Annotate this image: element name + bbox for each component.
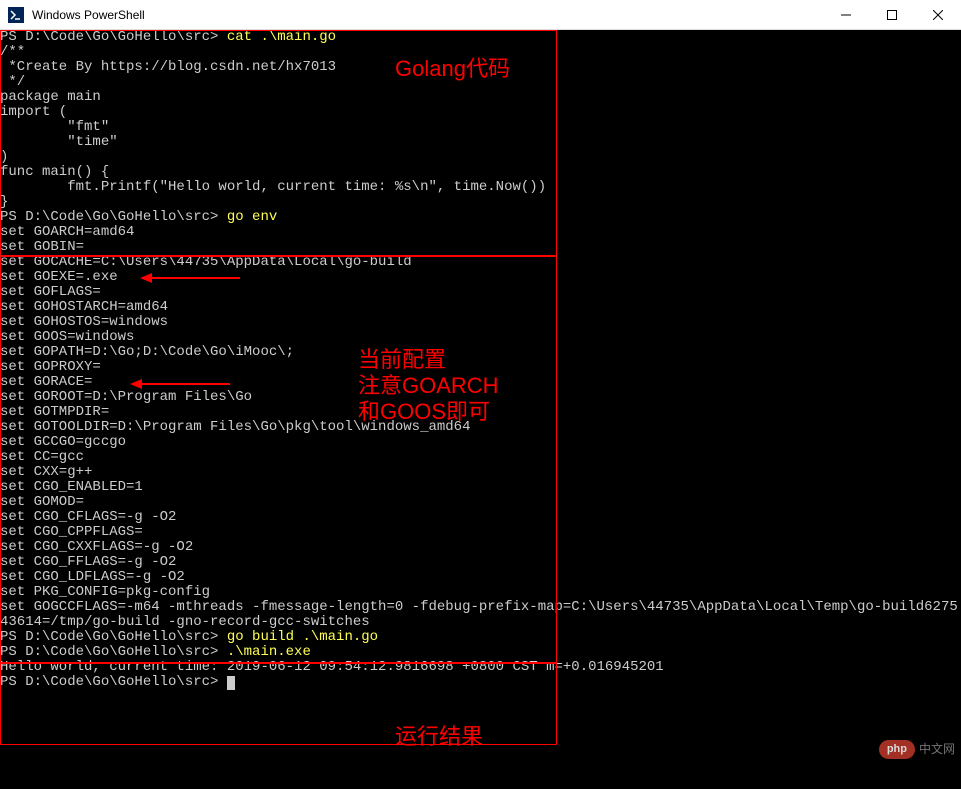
output-line: Hello world, current time: 2019-06-12 09… — [0, 660, 961, 675]
prompt-line: PS D:\Code\Go\GoHello\src> .\main.exe — [0, 645, 961, 660]
env-line: set GCCGO=gccgo — [0, 435, 961, 450]
code-line: func main() { — [0, 165, 961, 180]
env-line: set CGO_ENABLED=1 — [0, 480, 961, 495]
window-title: Windows PowerShell — [32, 8, 145, 22]
watermark-badge: php — [879, 740, 915, 759]
code-line: fmt.Printf("Hello world, current time: %… — [0, 180, 961, 195]
env-line: set GOHOSTARCH=amd64 — [0, 300, 961, 315]
terminal-area[interactable]: PS D:\Code\Go\GoHello\src> cat .\main.go… — [0, 30, 961, 789]
env-line: set CC=gcc — [0, 450, 961, 465]
code-line: } — [0, 195, 961, 210]
env-line: set GOFLAGS= — [0, 285, 961, 300]
env-line: set GOEXE=.exe — [0, 270, 961, 285]
env-line: set GOHOSTOS=windows — [0, 315, 961, 330]
env-line: set GOARCH=amd64 — [0, 225, 961, 240]
env-line: set CGO_CXXFLAGS=-g -O2 — [0, 540, 961, 555]
prompt-line: PS D:\Code\Go\GoHello\src> go build .\ma… — [0, 630, 961, 645]
annotation-label-env: 当前配置 注意GOARCH 和GOOS即可 — [358, 347, 499, 425]
minimize-button[interactable] — [823, 0, 869, 30]
window-titlebar: Windows PowerShell — [0, 0, 961, 30]
code-line: "fmt" — [0, 120, 961, 135]
watermark-text: 中文网 — [919, 742, 955, 757]
maximize-button[interactable] — [869, 0, 915, 30]
env-line: set GOOS=windows — [0, 330, 961, 345]
env-line: set GOBIN= — [0, 240, 961, 255]
env-line: set PKG_CONFIG=pkg-config — [0, 585, 961, 600]
env-line: set GOGCCFLAGS=-m64 -mthreads -fmessage-… — [0, 600, 961, 630]
powershell-icon — [8, 7, 24, 23]
cursor — [227, 676, 235, 690]
env-line: set CGO_CFLAGS=-g -O2 — [0, 510, 961, 525]
window-controls — [823, 0, 961, 30]
prompt-line: PS D:\Code\Go\GoHello\src> — [0, 675, 961, 690]
env-line: set CGO_FFLAGS=-g -O2 — [0, 555, 961, 570]
code-line: "time" — [0, 135, 961, 150]
prompt-line: PS D:\Code\Go\GoHello\src> go env — [0, 210, 961, 225]
env-line: set CGO_LDFLAGS=-g -O2 — [0, 570, 961, 585]
code-line: package main — [0, 90, 961, 105]
close-button[interactable] — [915, 0, 961, 30]
watermark: php 中文网 — [879, 740, 955, 759]
env-line: set GOMOD= — [0, 495, 961, 510]
annotation-label-run: 运行结果 — [395, 724, 483, 750]
annotation-label-code: Golang代码 — [395, 56, 510, 82]
env-line: set GOCACHE=C:\Users\44735\AppData\Local… — [0, 255, 961, 270]
code-line: import ( — [0, 105, 961, 120]
env-line: set CGO_CPPFLAGS= — [0, 525, 961, 540]
prompt-line: PS D:\Code\Go\GoHello\src> cat .\main.go — [0, 30, 961, 45]
env-line: set CXX=g++ — [0, 465, 961, 480]
code-line: ) — [0, 150, 961, 165]
